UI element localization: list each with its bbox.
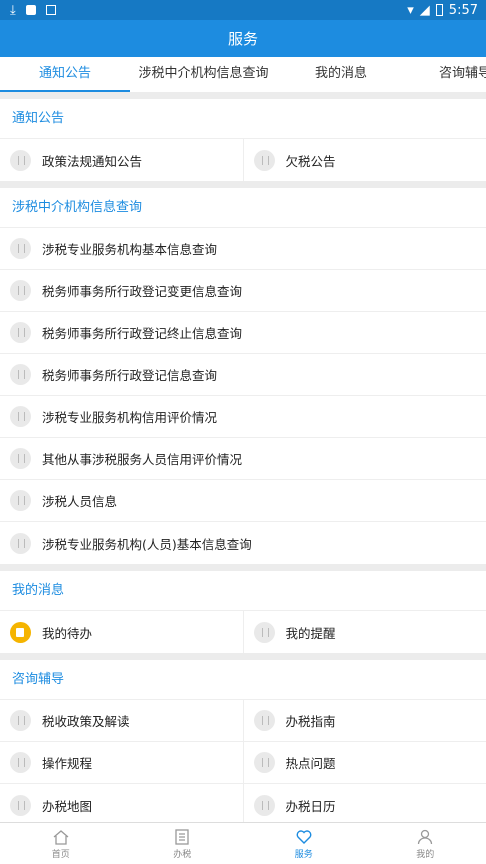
procedure-item[interactable]: 操作规程 [0, 742, 243, 783]
my-reminder-item[interactable]: 我的提醒 [242, 611, 486, 653]
list-item[interactable]: 税务师事务所行政登记变更信息查询 [0, 270, 486, 311]
hot-topics-item[interactable]: 热点问题 [242, 742, 486, 783]
notification-icon [25, 5, 36, 15]
nav-mine[interactable]: 我的 [365, 823, 486, 864]
service-icon [10, 752, 31, 773]
section-agency-query: 涉税中介机构信息查询 涉税专业服务机构基本信息查询 税务师事务所行政登记变更信息… [0, 188, 486, 564]
my-todo-item[interactable]: 我的待办 [0, 611, 243, 653]
status-bar: ⤓ ▾ ◢ 5:57 [0, 0, 486, 20]
list-item[interactable]: 其他从事涉税服务人员信用评价情况 [0, 438, 486, 479]
service-icon [10, 149, 31, 171]
tab-my-messages[interactable]: 我的消息 [277, 57, 405, 92]
tab-notices[interactable]: 通知公告 [0, 57, 130, 92]
service-icon [253, 794, 275, 816]
service-icon [10, 448, 31, 469]
section-my-messages: 我的消息 我的待办 我的提醒 [0, 571, 486, 653]
list-item[interactable]: 涉税专业服务机构信用评价情况 [0, 396, 486, 437]
list-item[interactable]: 涉税专业服务机构(人员)基本信息查询 [0, 522, 486, 564]
service-icon [10, 794, 31, 816]
list-item[interactable]: 涉税专业服务机构基本信息查询 [0, 228, 486, 269]
download-icon: ⤓ [10, 2, 16, 18]
service-icon [10, 532, 31, 554]
section-consulting: 咨询辅导 税收政策及解读 办税指南 操作规程 热点问题 办税地图 办税日历 [0, 660, 486, 822]
tax-guide-item[interactable]: 办税指南 [242, 700, 486, 741]
user-icon [418, 829, 433, 844]
policy-notice-item[interactable]: 政策法规通知公告 [0, 139, 243, 181]
bottom-nav: 首页 办税 服务 我的 [0, 822, 486, 864]
signal-icon: ◢ [419, 2, 430, 18]
tax-calendar-item[interactable]: 办税日历 [242, 784, 486, 822]
list-item[interactable]: 税务师事务所行政登记信息查询 [0, 354, 486, 395]
section-notices: 通知公告 政策法规通知公告 欠税公告 [0, 99, 486, 181]
clock: 5:57 [448, 2, 478, 18]
nav-home[interactable]: 首页 [0, 823, 122, 864]
wifi-icon: ▾ [407, 2, 414, 18]
service-icon [10, 280, 31, 301]
service-icon [10, 490, 31, 511]
app-icon [45, 5, 56, 15]
service-icon [10, 406, 31, 427]
service-icon [253, 149, 275, 171]
section-title: 咨询辅导 [0, 660, 486, 700]
section-title: 我的消息 [0, 571, 486, 611]
service-icon [10, 364, 31, 385]
list-item[interactable]: 税务师事务所行政登记终止信息查询 [0, 312, 486, 353]
nav-tax[interactable]: 办税 [122, 823, 244, 864]
section-title: 涉税中介机构信息查询 [0, 188, 486, 228]
service-icon [253, 621, 275, 643]
nav-service[interactable]: 服务 [243, 823, 365, 864]
service-icon [253, 710, 275, 731]
tax-arrears-item[interactable]: 欠税公告 [242, 139, 486, 181]
tax-map-item[interactable]: 办税地图 [0, 784, 243, 822]
tab-consulting[interactable]: 咨询辅导 [405, 57, 486, 92]
battery-icon [435, 4, 443, 16]
heart-icon [296, 829, 312, 844]
tab-agency-query[interactable]: 涉税中介机构信息查询 [130, 57, 277, 92]
service-icon [10, 710, 31, 731]
service-icon [10, 238, 31, 259]
page-title: 服务 [0, 20, 486, 57]
service-list: 通知公告 政策法规通知公告 欠税公告 涉税中介机构信息查询 涉税专业服务机构基本… [0, 92, 486, 822]
tax-policy-item[interactable]: 税收政策及解读 [0, 700, 243, 741]
list-item[interactable]: 涉税人员信息 [0, 480, 486, 521]
todo-icon [10, 621, 31, 643]
list-icon [175, 828, 189, 845]
home-icon [53, 829, 69, 845]
tab-bar: 通知公告 涉税中介机构信息查询 我的消息 咨询辅导 [0, 57, 486, 92]
section-title: 通知公告 [0, 99, 486, 139]
service-icon [253, 752, 275, 773]
service-icon [10, 322, 31, 343]
